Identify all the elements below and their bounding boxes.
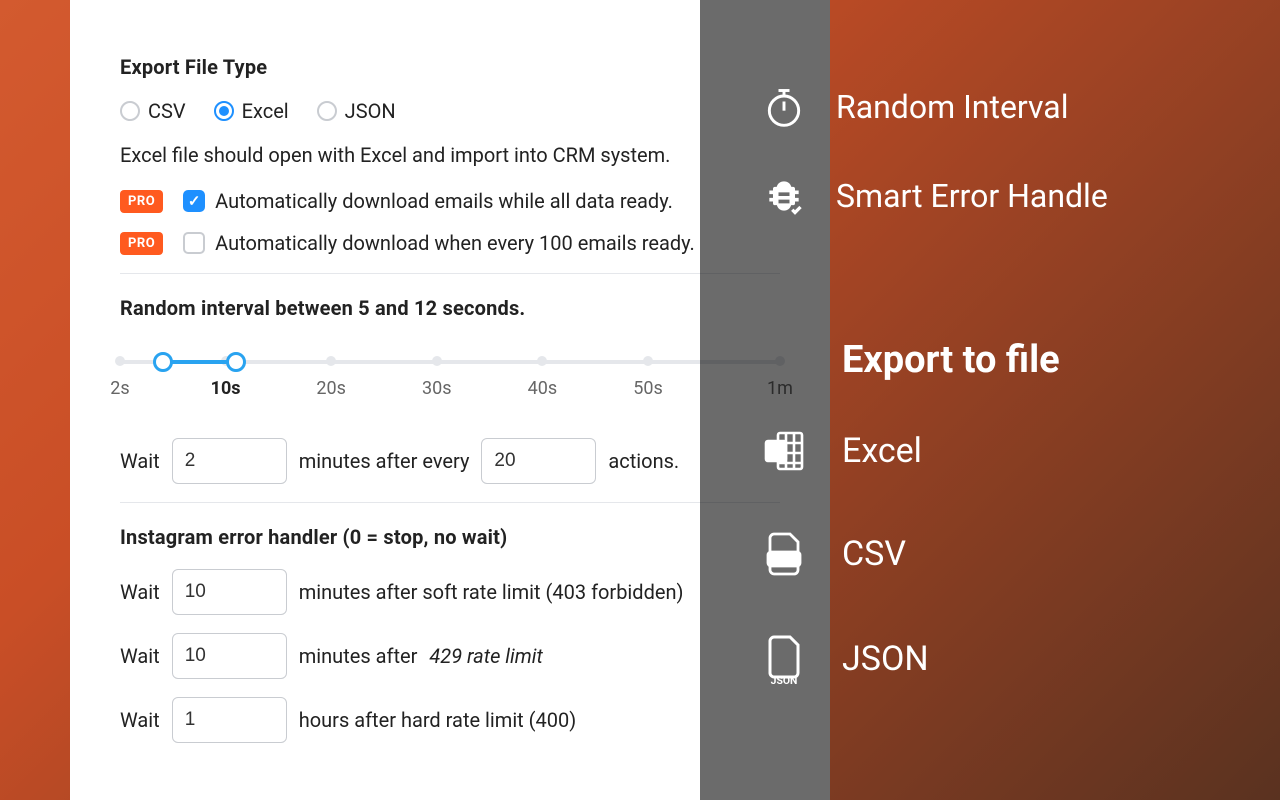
divider — [120, 502, 780, 503]
radio-csv[interactable]: CSV — [120, 99, 186, 123]
feature-smart-error: Smart Error Handle — [760, 174, 1260, 218]
export-csv-row: CSV CSV — [760, 530, 1260, 578]
auto-download-all-row: PRO Automatically download emails while … — [120, 189, 780, 213]
minutes-after-every-label: minutes after every — [299, 449, 470, 473]
stopwatch-icon — [760, 85, 808, 129]
radio-circle-icon — [214, 101, 234, 121]
pro-badge: PRO — [120, 190, 163, 213]
slider-tick — [326, 356, 336, 366]
slider-label: 30s — [422, 378, 452, 399]
slider-label: 10s — [211, 378, 241, 399]
rate-limit-label2: 429 rate limit — [429, 644, 542, 668]
svg-text:CSV: CSV — [774, 553, 794, 566]
hard-limit-input[interactable] — [172, 697, 287, 743]
export-excel-label: Excel — [842, 431, 922, 471]
auto-download-batch-checkbox[interactable] — [183, 232, 205, 254]
rate-limit-row: Wait minutes after 429 rate limit — [120, 633, 780, 679]
slider-tick — [643, 356, 653, 366]
slider-tick — [432, 356, 442, 366]
feature-smart-label: Smart Error Handle — [836, 177, 1108, 215]
export-file-type-title: Export File Type — [120, 55, 780, 79]
bug-check-icon — [760, 174, 808, 218]
hard-limit-label: hours after hard rate limit (400) — [299, 708, 577, 732]
wait-label: Wait — [120, 449, 160, 473]
export-type-radio-group: CSV Excel JSON — [120, 99, 780, 123]
radio-circle-icon — [120, 101, 140, 121]
slider-label: 20s — [316, 378, 346, 399]
json-file-icon: JSON — [760, 633, 808, 685]
rate-limit-input[interactable] — [172, 633, 287, 679]
feature-random-interval: Random Interval — [760, 85, 1260, 129]
hard-limit-row: Wait hours after hard rate limit (400) — [120, 697, 780, 743]
divider — [120, 273, 780, 274]
slider-label: 50s — [633, 378, 663, 399]
wait-actions-row: Wait minutes after every actions. — [120, 438, 780, 484]
export-json-row: JSON JSON — [760, 633, 1260, 685]
export-csv-label: CSV — [842, 534, 906, 574]
wait-minutes-input[interactable] — [172, 438, 287, 484]
slider-tick — [115, 356, 125, 366]
every-actions-input[interactable] — [481, 438, 596, 484]
feature-sidebar: Random Interval Smart Error Handle Expor… — [760, 85, 1260, 740]
radio-csv-label: CSV — [148, 99, 186, 123]
slider-label: 2s — [110, 378, 129, 399]
excel-file-icon: X — [760, 427, 808, 475]
random-interval-title: Random interval between 5 and 12 seconds… — [120, 296, 780, 320]
slider-handle-min[interactable] — [153, 352, 173, 372]
wait-label: Wait — [120, 708, 160, 732]
soft-limit-row: Wait minutes after soft rate limit (403 … — [120, 569, 780, 615]
radio-excel[interactable]: Excel — [214, 99, 289, 123]
actions-label: actions. — [608, 449, 679, 473]
slider-tick — [537, 356, 547, 366]
radio-json[interactable]: JSON — [317, 99, 396, 123]
soft-limit-input[interactable] — [172, 569, 287, 615]
auto-download-batch-label: Automatically download when every 100 em… — [215, 231, 695, 255]
export-json-label: JSON — [842, 639, 929, 679]
csv-file-icon: CSV — [760, 530, 808, 578]
export-excel-row: X Excel — [760, 427, 1260, 475]
soft-limit-label: minutes after soft rate limit (403 forbi… — [299, 580, 684, 604]
wait-label: Wait — [120, 580, 160, 604]
interval-slider[interactable]: 2s 10s 20s 30s 40s 50s 1m — [120, 350, 780, 420]
radio-circle-icon — [317, 101, 337, 121]
export-to-file-heading: Export to file — [842, 338, 1260, 382]
feature-random-label: Random Interval — [836, 88, 1068, 126]
wait-label: Wait — [120, 644, 160, 668]
svg-text:X: X — [771, 442, 781, 461]
pro-badge: PRO — [120, 232, 163, 255]
rate-limit-label1: minutes after — [299, 644, 418, 668]
radio-excel-label: Excel — [242, 99, 289, 123]
slider-handle-max[interactable] — [226, 352, 246, 372]
radio-json-label: JSON — [345, 99, 396, 123]
export-hint: Excel file should open with Excel and im… — [120, 143, 780, 167]
svg-text:JSON: JSON — [771, 674, 798, 685]
error-handler-title: Instagram error handler (0 = stop, no wa… — [120, 525, 780, 549]
auto-download-all-checkbox[interactable] — [183, 190, 205, 212]
slider-label: 40s — [528, 378, 558, 399]
auto-download-batch-row: PRO Automatically download when every 10… — [120, 231, 780, 255]
auto-download-all-label: Automatically download emails while all … — [215, 189, 673, 213]
